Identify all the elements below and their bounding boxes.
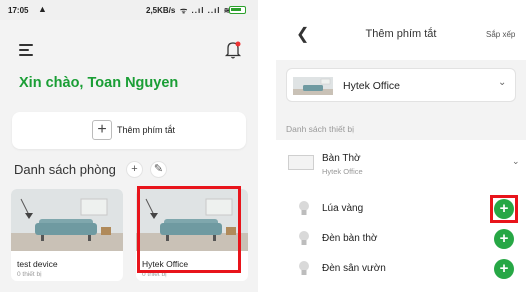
room-device-count: 0 thiết bị <box>17 271 42 278</box>
add-shortcut-label: Thêm phím tắt <box>117 125 176 135</box>
add-shortcut-button[interactable]: + Thêm phím tắt <box>12 112 246 149</box>
room-name: Hytek Office <box>142 259 189 269</box>
status-time: 17:05 <box>8 6 29 15</box>
room-image <box>136 189 248 251</box>
chevron-down-icon: ⌄ <box>512 156 520 166</box>
device-icon <box>288 155 314 170</box>
add-room-button[interactable]: + <box>126 161 143 178</box>
menu-icon[interactable] <box>19 44 33 56</box>
room-image <box>11 189 123 251</box>
device-name: Bàn Thờ <box>322 153 361 164</box>
warning-icon: ▲ <box>38 4 47 14</box>
greeting-text: Xin chào, Toan Nguyen <box>19 75 179 91</box>
plus-icon: + <box>131 163 138 175</box>
sub-device-label: Đèn bàn thờ <box>322 233 378 244</box>
room-name: test device <box>17 259 58 269</box>
add-button[interactable]: + <box>494 199 514 219</box>
room-dropdown[interactable]: Hytek Office ⌄ <box>286 68 516 102</box>
bulb-icon <box>299 231 309 245</box>
home-screen: 17:05 ▲ 2,5KB/s ᯤ ..ıl ..ıl ≋ Xin chào, … <box>0 0 258 292</box>
sort-button[interactable]: Sắp xếp <box>486 30 515 39</box>
sub-device-label: Đèn sân vườn <box>322 263 386 274</box>
bell-icon[interactable] <box>224 40 242 60</box>
room-card-test-device[interactable]: test device 0 thiết bị <box>11 189 123 281</box>
device-room: Hytek Office <box>322 167 363 176</box>
room-card-hytek-office[interactable]: Hytek Office 0 thiết bị <box>136 189 248 281</box>
device-list: Bàn Thờ Hytek Office ⌄ Lúa vàng + Đèn bà… <box>276 140 526 292</box>
network-speed: 2,5KB/s <box>146 6 176 15</box>
add-shortcut-screen: ❮ Thêm phím tắt Sắp xếp Hytek Office ⌄ D… <box>276 0 526 292</box>
plus-icon: + <box>92 120 112 140</box>
selected-room: Hytek Office <box>343 80 400 92</box>
chevron-down-icon: ⌄ <box>498 77 507 88</box>
battery-icon <box>229 6 246 14</box>
add-button[interactable]: + <box>494 259 514 279</box>
room-thumbnail <box>293 77 333 95</box>
top-bar: ❮ Thêm phím tắt Sắp xếp <box>276 0 526 60</box>
pencil-icon: ✎ <box>153 163 164 175</box>
signal-icons: ᯤ ..ıl ..ıl ≋ <box>180 6 232 15</box>
edit-rooms-button[interactable]: ✎ <box>150 161 167 178</box>
add-button[interactable]: + <box>494 229 514 249</box>
device-row[interactable]: Bàn Thờ Hytek Office ⌄ <box>276 140 526 184</box>
bulb-icon <box>299 201 309 215</box>
sub-device-label: Lúa vàng <box>322 203 364 214</box>
list-item: Đèn sân vườn + <box>276 257 526 281</box>
section-label: Danh sách thiết bị <box>286 124 355 134</box>
status-bar: 17:05 ▲ 2,5KB/s ᯤ ..ıl ..ıl ≋ <box>0 0 258 20</box>
list-item: Lúa vàng + <box>276 197 526 221</box>
list-item: Đèn bàn thờ + <box>276 227 526 251</box>
bulb-icon <box>299 261 309 275</box>
room-device-count: 0 thiết bị <box>142 271 167 278</box>
room-list-title: Danh sách phòng <box>14 162 116 177</box>
